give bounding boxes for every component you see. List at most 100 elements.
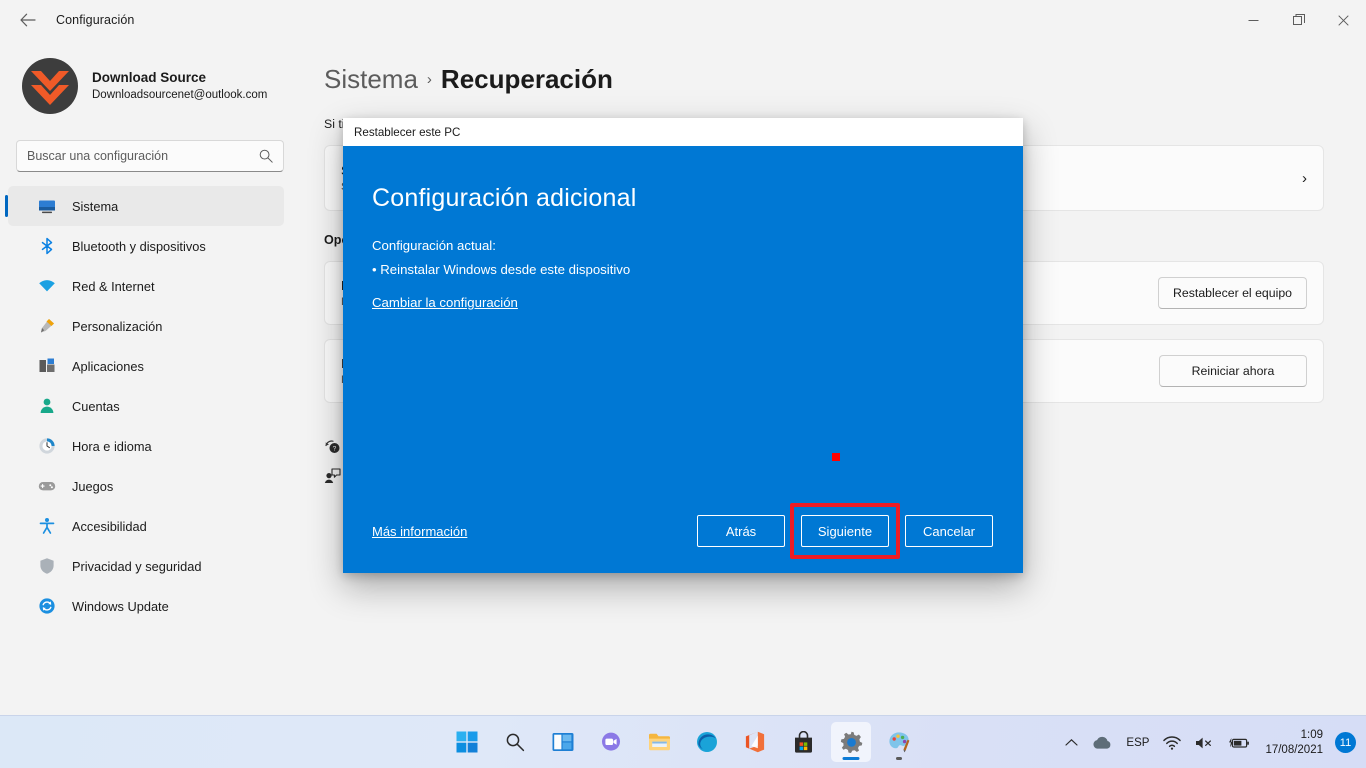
tray-volume-button[interactable]: [1188, 723, 1221, 763]
breadcrumb: Sistema › Recuperación: [300, 40, 1366, 95]
close-icon: [1338, 14, 1349, 26]
person-icon: [38, 397, 56, 415]
taskbar-office-button[interactable]: [735, 722, 775, 762]
breadcrumb-separator-icon: ›: [426, 71, 432, 88]
search-input[interactable]: [27, 149, 259, 163]
taskbar-active-indicator: [842, 757, 860, 760]
chevron-logo-bottom-icon: [31, 85, 69, 105]
back-button[interactable]: [6, 4, 50, 36]
office-icon: [745, 731, 765, 753]
search-icon: [506, 733, 525, 752]
sidebar-label: Personalización: [72, 318, 163, 334]
taskbar-task-view-button[interactable]: [543, 722, 583, 762]
window-title: Configuración: [56, 13, 135, 27]
taskbar-running-indicator: [896, 757, 902, 760]
battery-charging-icon: [1229, 737, 1250, 748]
shield-icon: [38, 557, 56, 575]
gamepad-icon: [38, 477, 56, 495]
tray-onedrive-button[interactable]: [1085, 723, 1119, 763]
sidebar-item-windows-update[interactable]: Windows Update: [8, 586, 284, 626]
update-icon: [38, 597, 56, 615]
sidebar-item-cuentas[interactable]: Cuentas: [8, 386, 284, 426]
next-button[interactable]: Siguiente: [801, 515, 889, 547]
reset-pc-button[interactable]: Restablecer el equipo: [1158, 277, 1307, 309]
next-button-highlight-wrap: Siguiente: [790, 503, 900, 559]
sidebar-label: Hora e idioma: [72, 438, 152, 454]
sidebar-label: Cuentas: [72, 398, 120, 414]
sidebar-label: Sistema: [72, 198, 119, 214]
taskbar-settings-button[interactable]: [831, 722, 871, 762]
help-icon: ?: [325, 439, 340, 453]
minimize-button[interactable]: [1231, 0, 1276, 40]
change-settings-link[interactable]: Cambiar la configuración: [372, 295, 518, 310]
account-email: Downloadsourcenet@outlook.com: [92, 89, 268, 101]
feedback-icon: [324, 467, 341, 483]
edge-icon: [697, 732, 717, 752]
restore-icon: [1292, 14, 1305, 25]
apps-icon: [38, 357, 56, 375]
more-info-link[interactable]: Más información: [372, 524, 467, 539]
taskbar-store-button[interactable]: [783, 722, 823, 762]
back-button-dialog[interactable]: Atrás: [697, 515, 785, 547]
sidebar-item-aplicaciones[interactable]: Aplicaciones: [8, 346, 284, 386]
taskbar-search-button[interactable]: [495, 722, 535, 762]
folder-icon: [648, 733, 670, 751]
cloud-icon: [1093, 736, 1111, 749]
avatar: [22, 58, 78, 114]
taskbar-file-explorer-button[interactable]: [639, 722, 679, 762]
page-title: Recuperación: [440, 64, 613, 94]
tray-wifi-button[interactable]: [1156, 723, 1188, 763]
chat-icon: [602, 732, 620, 751]
sidebar-item-bluetooth[interactable]: Bluetooth y dispositivos: [8, 226, 284, 266]
close-button[interactable]: [1321, 0, 1366, 40]
sidebar-item-red-internet[interactable]: Red & Internet: [8, 266, 284, 306]
paint-icon: [889, 732, 910, 753]
dialog-current-label: Configuración actual:: [372, 238, 496, 253]
taskbar-paint-button[interactable]: [879, 722, 919, 762]
sidebar-label: Aplicaciones: [72, 358, 144, 374]
restore-button[interactable]: [1276, 0, 1321, 40]
task-view-icon: [552, 733, 574, 751]
dialog-footer: Más información Atrás Siguiente Cancelar: [372, 503, 993, 573]
cancel-button[interactable]: Cancelar: [905, 515, 993, 547]
taskbar: ESP 1:09 17/08/2021 11: [0, 715, 1366, 768]
sidebar-label: Accesibilidad: [72, 518, 147, 534]
window-controls: [1231, 0, 1366, 40]
brush-icon: [38, 317, 56, 335]
tray-battery-button[interactable]: [1221, 723, 1257, 763]
sidebar-label: Bluetooth y dispositivos: [72, 238, 206, 254]
sidebar-item-privacidad[interactable]: Privacidad y seguridad: [8, 546, 284, 586]
sidebar-item-sistema[interactable]: Sistema: [5, 186, 284, 226]
search-box[interactable]: [16, 140, 284, 172]
sidebar-item-accesibilidad[interactable]: Accesibilidad: [8, 506, 284, 546]
bluetooth-icon: [38, 237, 56, 255]
sidebar-item-juegos[interactable]: Juegos: [8, 466, 284, 506]
tray-language-label: ESP: [1126, 736, 1150, 749]
taskbar-edge-button[interactable]: [687, 722, 727, 762]
clock-time: 1:09: [1300, 728, 1323, 741]
sidebar-item-hora-idioma[interactable]: Hora e idioma: [8, 426, 284, 466]
speaker-muted-icon: [1196, 737, 1212, 748]
tray-language-button[interactable]: ESP: [1119, 723, 1156, 763]
breadcrumb-parent[interactable]: Sistema: [324, 64, 418, 95]
restart-now-button[interactable]: Reiniciar ahora: [1159, 355, 1307, 387]
sidebar: Download Source Downloadsourcenet@outloo…: [0, 40, 300, 715]
desktop-root: Configuración Download Source Downloadso…: [0, 0, 1366, 768]
sidebar-label: Juegos: [72, 478, 114, 494]
clock-date: 17/08/2021: [1265, 743, 1323, 756]
dialog-titlebar: Restablecer este PC: [343, 118, 1023, 146]
minimize-icon: [1248, 19, 1259, 21]
sidebar-item-personalizacion[interactable]: Personalización: [8, 306, 284, 346]
windows-logo-icon: [456, 731, 478, 753]
taskbar-start-button[interactable]: [447, 722, 487, 762]
sidebar-label: Windows Update: [72, 598, 169, 614]
account-block[interactable]: Download Source Downloadsourcenet@outloo…: [0, 40, 300, 114]
tray-overflow-button[interactable]: [1058, 723, 1085, 763]
svg-text:?: ?: [333, 445, 337, 452]
taskbar-chat-button[interactable]: [591, 722, 631, 762]
notification-badge[interactable]: 11: [1335, 732, 1356, 753]
dialog-body: Configuración adicional Configuración ac…: [343, 146, 1023, 573]
sidebar-label: Privacidad y seguridad: [72, 558, 202, 574]
taskbar-clock[interactable]: 1:09 17/08/2021: [1257, 728, 1331, 758]
clock-icon: [38, 437, 56, 455]
